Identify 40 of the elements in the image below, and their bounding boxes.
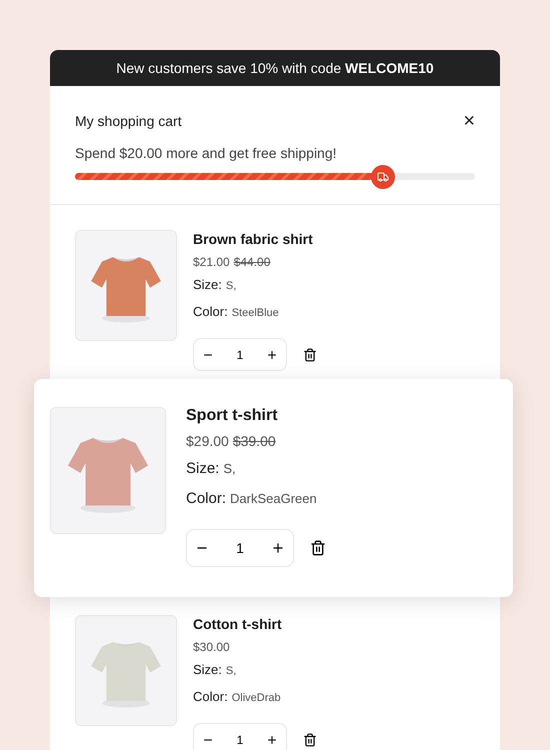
size-value: S, xyxy=(226,279,236,294)
plus-icon xyxy=(266,734,278,746)
product-price: $30.00 xyxy=(193,639,230,655)
quantity-value[interactable]: 1 xyxy=(236,732,244,746)
increase-button[interactable] xyxy=(266,734,278,746)
plus-icon xyxy=(270,541,285,555)
truck-icon xyxy=(377,170,389,182)
color-label: Color: xyxy=(193,303,228,321)
color-value: DarkSeaGreen xyxy=(230,490,317,508)
product-name: Cotton t-shirt xyxy=(193,615,283,633)
quantity-value[interactable]: 1 xyxy=(236,348,244,362)
trash-icon xyxy=(303,348,317,362)
shipping-message: Spend $20.00 more and get free shipping! xyxy=(75,145,338,161)
product-name: Sport t-shirt xyxy=(186,406,279,426)
original-price: $44.00 xyxy=(234,254,270,270)
plus-icon xyxy=(266,348,278,360)
color-value: SteelBlue xyxy=(232,306,279,321)
quantity-value[interactable]: 1 xyxy=(236,540,244,556)
size-label: Size: xyxy=(193,661,222,679)
cart-title: My shopping cart xyxy=(75,112,182,130)
color-value: OliveDrab xyxy=(232,691,281,706)
remove-button[interactable] xyxy=(303,348,317,362)
size-label: Size: xyxy=(193,276,222,294)
trash-icon xyxy=(310,540,326,556)
close-button[interactable]: × xyxy=(463,112,475,130)
size-label: Size: xyxy=(186,459,220,479)
product-price: $21.00 xyxy=(193,254,230,270)
increase-button[interactable] xyxy=(270,541,285,555)
increase-button[interactable] xyxy=(266,348,278,360)
color-label: Color: xyxy=(186,489,226,509)
remove-button[interactable] xyxy=(310,540,326,556)
promo-text: New customers save 10% with code WELCOME10 xyxy=(116,58,434,78)
product-price: $29.00 xyxy=(186,432,229,450)
remove-button[interactable] xyxy=(303,732,317,746)
size-value: S, xyxy=(226,664,236,679)
product-name: Brown fabric shirt xyxy=(193,230,314,248)
trash-icon xyxy=(303,732,317,746)
size-value: S, xyxy=(223,460,236,478)
color-label: Color: xyxy=(193,688,228,706)
original-price: $39.00 xyxy=(232,432,276,450)
